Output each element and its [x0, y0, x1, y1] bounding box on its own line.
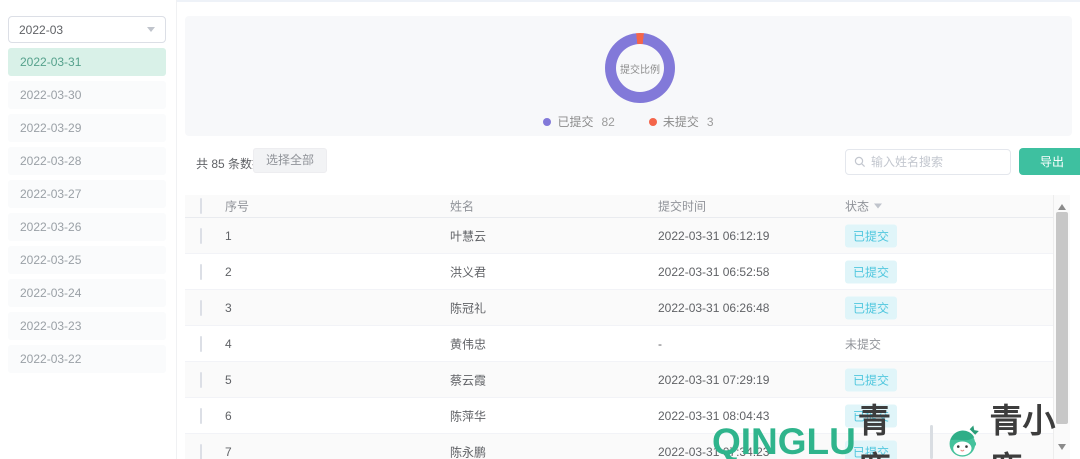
search-icon — [854, 156, 866, 168]
submission-ratio-panel: 提交比例 已提交 82 未提交 3 — [185, 16, 1072, 136]
table-row: 2 洪义君 2022-03-31 06:52:58 已提交 — [185, 254, 1053, 290]
table-row: 7 陈永鹏 2022-03-31 07:34:23 已提交 — [185, 434, 1053, 459]
status-badge: 已提交 — [845, 404, 897, 427]
table-header-row: 序号 姓名 提交时间 状态 — [185, 195, 1053, 218]
month-select-value: 2022-03 — [19, 23, 147, 37]
header-status: 状态 — [845, 198, 882, 215]
sidebar-item-date-1[interactable]: 2022-03-30 — [8, 81, 166, 109]
status-badge: 已提交 — [845, 296, 897, 319]
status-text: 未提交 — [845, 337, 881, 351]
scrollbar-thumb[interactable] — [1056, 212, 1068, 424]
cell-index: 6 — [225, 409, 232, 423]
cell-time: 2022-03-31 06:52:58 — [658, 265, 769, 279]
cell-name: 黄伟忠 — [450, 335, 486, 352]
legend-item-unsubmitted[interactable]: 未提交 3 — [649, 113, 714, 130]
row-checkbox[interactable] — [200, 264, 202, 280]
name-search-box — [845, 149, 1011, 175]
scroll-down-icon[interactable] — [1058, 444, 1066, 454]
cell-time: - — [658, 337, 662, 351]
status-badge: 已提交 — [845, 224, 897, 247]
donut-center: 提交比例 — [616, 44, 664, 92]
header-name: 姓名 — [450, 198, 474, 215]
table-row: 5 蔡云霞 2022-03-31 07:29:19 已提交 — [185, 362, 1053, 398]
date-sidebar: 2022-03 2022-03-31 2022-03-30 2022-03-29… — [0, 0, 177, 459]
sidebar-item-date-6[interactable]: 2022-03-25 — [8, 246, 166, 274]
cell-index: 1 — [225, 229, 232, 243]
status-badge: 已提交 — [845, 260, 897, 283]
legend-dot-submitted — [543, 118, 551, 126]
sidebar-item-date-2[interactable]: 2022-03-29 — [8, 114, 166, 142]
cell-name: 陈冠礼 — [450, 299, 486, 316]
cell-name: 洪义君 — [450, 263, 486, 280]
legend-value-unsubmitted: 3 — [707, 115, 714, 129]
row-checkbox[interactable] — [200, 300, 202, 316]
sidebar-item-date-7[interactable]: 2022-03-24 — [8, 279, 166, 307]
select-all-button[interactable]: 选择全部 — [253, 148, 327, 173]
search-input[interactable] — [871, 155, 1002, 169]
cell-index: 2 — [225, 265, 232, 279]
row-checkbox[interactable] — [200, 228, 202, 244]
submission-donut-chart: 提交比例 — [605, 33, 675, 103]
row-checkbox[interactable] — [200, 408, 202, 424]
status-badge: 已提交 — [845, 368, 897, 391]
cell-index: 3 — [225, 301, 232, 315]
cell-index: 5 — [225, 373, 232, 387]
legend-label-submitted: 已提交 — [557, 113, 593, 130]
scroll-up-icon[interactable] — [1058, 200, 1066, 210]
select-all-checkbox[interactable] — [200, 198, 202, 214]
month-select[interactable]: 2022-03 — [8, 16, 166, 43]
cell-name: 蔡云霞 — [450, 371, 486, 388]
cell-name: 陈萍华 — [450, 407, 486, 424]
export-button[interactable]: 导出 — [1019, 148, 1080, 175]
status-badge: 已提交 — [845, 440, 897, 459]
cell-index: 4 — [225, 337, 232, 351]
legend-dot-unsubmitted — [649, 118, 657, 126]
table-row: 6 陈萍华 2022-03-31 08:04:43 已提交 — [185, 398, 1053, 434]
header-time: 提交时间 — [658, 198, 706, 215]
chart-legend: 已提交 82 未提交 3 — [185, 113, 1072, 130]
legend-item-submitted[interactable]: 已提交 82 — [543, 113, 614, 130]
cell-index: 7 — [225, 445, 232, 459]
cell-name: 陈永鹏 — [450, 443, 486, 459]
row-checkbox[interactable] — [200, 372, 202, 388]
table-scrollbar[interactable] — [1053, 195, 1070, 459]
submission-table: 序号 姓名 提交时间 状态 1 叶慧云 2022-03-31 06:12:19 … — [185, 195, 1053, 459]
legend-label-unsubmitted: 未提交 — [663, 113, 699, 130]
cell-time: 2022-03-31 08:04:43 — [658, 409, 769, 423]
cell-time: 2022-03-31 07:29:19 — [658, 373, 769, 387]
legend-value-submitted: 82 — [601, 115, 614, 129]
filter-icon[interactable] — [874, 204, 882, 213]
cell-time: 2022-03-31 06:12:19 — [658, 229, 769, 243]
donut-center-label: 提交比例 — [620, 61, 660, 76]
row-checkbox[interactable] — [200, 444, 202, 459]
sidebar-item-date-3[interactable]: 2022-03-28 — [8, 147, 166, 175]
table-row: 1 叶慧云 2022-03-31 06:12:19 已提交 — [185, 218, 1053, 254]
table-row: 3 陈冠礼 2022-03-31 06:26:48 已提交 — [185, 290, 1053, 326]
attendance-submission-page: 2022-03 2022-03-31 2022-03-30 2022-03-29… — [0, 0, 1080, 459]
chevron-down-icon — [147, 27, 155, 36]
sidebar-item-date-5[interactable]: 2022-03-26 — [8, 213, 166, 241]
sidebar-item-date-4[interactable]: 2022-03-27 — [8, 180, 166, 208]
row-checkbox[interactable] — [200, 336, 202, 352]
header-index: 序号 — [225, 198, 249, 215]
sidebar-item-date-9[interactable]: 2022-03-22 — [8, 345, 166, 373]
cell-time: 2022-03-31 07:34:23 — [658, 445, 769, 459]
table-row: 4 黄伟忠 - 未提交 — [185, 326, 1053, 362]
sidebar-item-date-0[interactable]: 2022-03-31 — [8, 48, 166, 76]
sidebar-item-date-8[interactable]: 2022-03-23 — [8, 312, 166, 340]
cell-name: 叶慧云 — [450, 227, 486, 244]
cell-time: 2022-03-31 06:26:48 — [658, 301, 769, 315]
